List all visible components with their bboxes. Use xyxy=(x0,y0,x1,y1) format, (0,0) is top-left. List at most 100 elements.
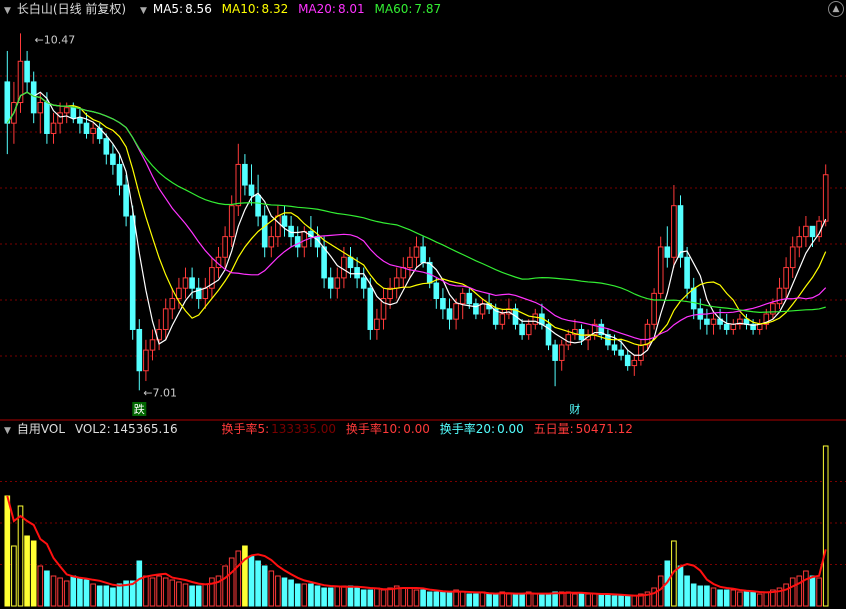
chevron-up-icon[interactable]: ▲ xyxy=(828,1,844,17)
dropdown-arrow-icon[interactable]: ▼ xyxy=(4,426,11,436)
volume-bar xyxy=(334,585,341,607)
hsl10-label: 换手率10: xyxy=(345,422,402,436)
candle-body xyxy=(301,230,308,248)
volume-bar xyxy=(816,577,822,607)
candle-body xyxy=(822,174,829,222)
volume-bar xyxy=(143,575,149,607)
volume-bar xyxy=(822,445,829,607)
ma60-value: 7.87 xyxy=(414,2,442,16)
volume-bar xyxy=(459,591,466,607)
candle-body xyxy=(440,298,446,310)
volume-bar xyxy=(677,565,684,607)
candle-body xyxy=(248,184,255,196)
candle-body xyxy=(657,246,664,294)
candle-body xyxy=(334,277,341,289)
candle-body xyxy=(110,153,116,165)
volume-bar xyxy=(347,585,354,607)
volume-bar xyxy=(809,575,816,607)
hsl20-label: 换手率20: xyxy=(439,422,496,436)
volume-bar xyxy=(301,583,308,607)
volume-bar xyxy=(618,595,624,607)
candle-body xyxy=(809,225,816,238)
candle-body xyxy=(413,246,420,258)
candle-body xyxy=(776,287,783,305)
min-price-label: ←7.01 xyxy=(143,386,177,399)
volume-bar xyxy=(717,589,723,607)
candle-body xyxy=(63,107,70,114)
volume-bar xyxy=(519,593,525,607)
volume-bar xyxy=(605,593,611,607)
candle-body xyxy=(136,328,143,372)
candle-body xyxy=(162,308,169,330)
volume-bar xyxy=(169,579,176,607)
candle-body xyxy=(631,359,638,367)
volume-legend: ▼ 自用VOL VOL2: 145365.16 换手率5: 133335.00 换手率… xyxy=(0,420,639,438)
candle-body xyxy=(783,267,789,289)
volume-bar xyxy=(710,587,717,607)
volume-bar xyxy=(611,595,618,607)
candle-body xyxy=(129,215,136,330)
candle-body xyxy=(618,349,624,356)
volume-bar xyxy=(242,545,248,607)
vol2-value: 145365.16 xyxy=(112,422,178,436)
volume-bar xyxy=(512,593,519,607)
candle-body xyxy=(228,205,235,238)
volume-bar xyxy=(466,593,473,607)
ma10-label: MA10: xyxy=(221,2,260,16)
volume-bar xyxy=(235,550,242,607)
volume-bar xyxy=(651,587,657,607)
volume-bar xyxy=(116,583,123,607)
candle-body xyxy=(149,339,156,351)
volume-bar xyxy=(96,585,103,607)
candle-body xyxy=(4,81,11,124)
candle-body xyxy=(796,236,803,248)
candle-body xyxy=(77,117,83,124)
volume-bar xyxy=(4,495,11,607)
candle-body xyxy=(624,354,631,367)
volume-bar xyxy=(690,583,697,607)
candle-body xyxy=(664,246,671,258)
volume-bar xyxy=(631,595,638,607)
candle-body xyxy=(684,256,690,289)
candle-body xyxy=(473,303,479,315)
volume-bar xyxy=(202,583,209,607)
volume-bar xyxy=(314,585,321,607)
candle-body xyxy=(37,102,44,114)
candle-body xyxy=(44,102,50,134)
candle-body xyxy=(374,318,380,330)
volume-bar xyxy=(90,583,96,607)
dropdown-arrow-icon[interactable]: ▼ xyxy=(4,6,11,16)
candle-body xyxy=(803,225,809,238)
volume-bar xyxy=(796,575,803,607)
volume-bar xyxy=(195,585,202,607)
candle-body xyxy=(525,323,532,336)
ma20-value: 8.01 xyxy=(337,2,365,16)
volume-bar xyxy=(598,593,605,607)
candle-body xyxy=(268,236,275,248)
candle-body xyxy=(57,112,63,124)
ma5-value: 8.56 xyxy=(185,2,212,16)
candle-body xyxy=(30,81,37,114)
dropdown-arrow-icon[interactable]: ▼ xyxy=(140,6,147,16)
volume-bar xyxy=(37,565,44,607)
volume-bar xyxy=(288,579,294,607)
candle-body xyxy=(116,163,123,186)
max-price-label: ←10.47 xyxy=(35,33,76,46)
volume-bar xyxy=(321,587,327,607)
volume-bar xyxy=(684,575,690,607)
candle-body xyxy=(558,344,565,361)
candle-body xyxy=(321,246,327,279)
volume-bar xyxy=(294,583,301,607)
candle-body xyxy=(90,127,96,134)
kline-chart[interactable]: ←10.47 ←7.01 跌 财 xyxy=(0,0,846,609)
volume-bar xyxy=(803,570,809,607)
candle-body xyxy=(103,138,110,155)
volume-bar xyxy=(585,593,591,607)
candle-body xyxy=(519,323,525,336)
candle-body xyxy=(367,287,374,330)
volume-bar xyxy=(228,557,235,607)
volume-bar xyxy=(723,589,730,607)
volume-bar xyxy=(367,589,374,607)
volume-bar xyxy=(63,580,70,607)
candle-body xyxy=(354,267,360,279)
